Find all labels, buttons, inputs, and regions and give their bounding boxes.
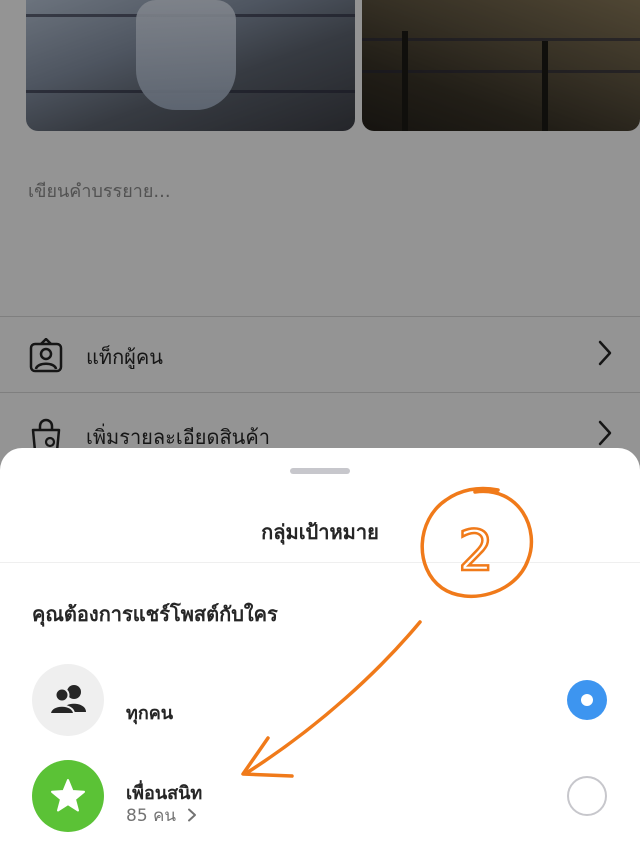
close-friends-count[interactable]: 85 คน xyxy=(126,802,197,829)
audience-sheet: กลุ่มเป้าหมาย คุณต้องการแชร์โพสต์กับใคร … xyxy=(0,448,640,856)
chevron-right-icon xyxy=(188,808,197,822)
audience-question: คุณต้องการแชร์โพสต์กับใคร xyxy=(32,602,278,626)
star-icon xyxy=(51,779,85,812)
close-friends-avatar xyxy=(32,760,104,832)
audience-option-close-friends[interactable]: เพื่อนสนิท 85 คน xyxy=(0,756,640,836)
sheet-drag-handle[interactable] xyxy=(290,468,350,474)
everyone-radio[interactable] xyxy=(567,680,607,720)
sheet-title: กลุ่มเป้าหมาย xyxy=(261,520,379,544)
close-friends-radio[interactable] xyxy=(567,776,607,816)
everyone-avatar xyxy=(32,664,104,736)
divider xyxy=(0,562,640,563)
people-icon xyxy=(48,685,86,715)
audience-option-everyone[interactable]: ทุกคน xyxy=(0,660,640,740)
everyone-label: ทุกคน xyxy=(126,703,174,724)
